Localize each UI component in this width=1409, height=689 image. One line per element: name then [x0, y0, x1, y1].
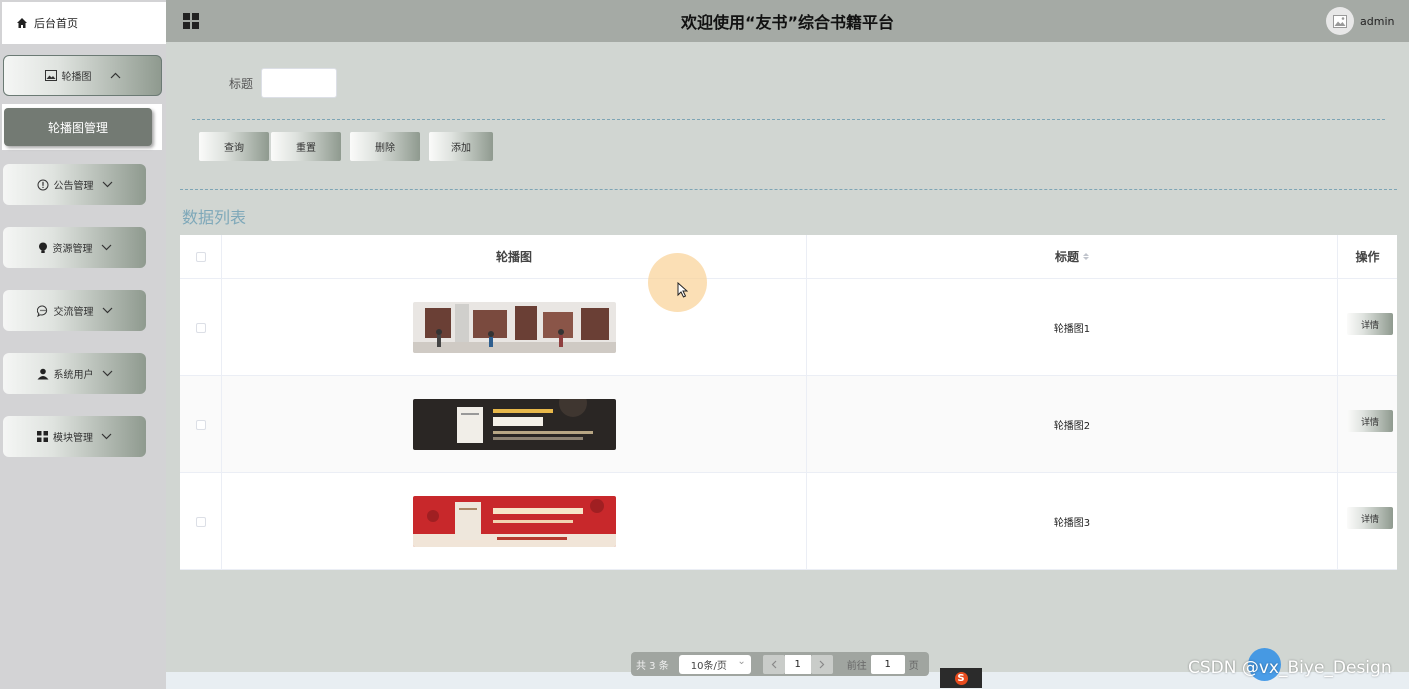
row-checkbox[interactable]	[195, 419, 206, 430]
image-cell	[222, 473, 807, 570]
search-title-label: 标题	[229, 77, 254, 91]
chevron-right-icon	[819, 660, 825, 668]
row-select-cell	[180, 376, 222, 473]
sidebar-item-label: 交流管理	[53, 307, 94, 318]
ime-toolbar-icon[interactable]: S	[940, 668, 982, 688]
table-row: 轮播图2 详情	[180, 376, 1397, 473]
sidebar-item-label: 模块管理	[53, 433, 93, 444]
select-all-cell	[180, 235, 222, 279]
sidebar-item-exchange[interactable]: 交流管理	[3, 290, 146, 331]
sidebar-home-label: 后台首页	[34, 17, 78, 30]
avatar[interactable]	[1326, 7, 1354, 35]
title-cell: 轮播图1	[807, 279, 1338, 376]
image-cell	[222, 376, 807, 473]
sidebar-home[interactable]: 后台首页	[2, 2, 166, 44]
image-icon	[44, 70, 57, 81]
table-row: 轮播图1 详情	[180, 279, 1397, 376]
select-all-checkbox[interactable]	[195, 251, 206, 262]
sidebar-item-label: 公告管理	[53, 181, 94, 192]
title-cell: 轮播图3	[807, 473, 1338, 570]
query-button[interactable]: 查询	[199, 132, 269, 161]
column-header-action: 操作	[1338, 235, 1397, 279]
row-select-cell	[180, 279, 222, 376]
next-page-button[interactable]	[810, 654, 833, 674]
sidebar-item-resources[interactable]: 资源管理	[3, 227, 146, 268]
reset-button[interactable]: 重置	[271, 132, 341, 161]
sidebar-item-modules[interactable]: 模块管理	[3, 416, 146, 457]
row-checkbox[interactable]	[195, 516, 206, 527]
sort-icon[interactable]	[1083, 253, 1089, 260]
sidebar-item-notice[interactable]: 公告管理	[3, 164, 146, 205]
detail-button[interactable]: 详情	[1347, 313, 1393, 335]
prev-page-button[interactable]	[762, 654, 785, 674]
column-header-image: 轮播图	[222, 235, 807, 279]
user-icon	[37, 368, 49, 380]
home-icon	[17, 18, 27, 28]
mouse-cursor-icon	[677, 282, 688, 298]
carousel-thumbnail[interactable]	[412, 496, 616, 547]
divider	[192, 119, 1385, 120]
search-title-input[interactable]	[261, 68, 337, 98]
chevron-left-icon	[771, 660, 777, 668]
page-size-select[interactable]: 10条/页	[678, 654, 751, 674]
table-row: 轮播图3 详情	[180, 473, 1397, 570]
column-header-label: 标题	[1054, 250, 1079, 264]
detail-button[interactable]: 详情	[1347, 410, 1393, 432]
sidebar-item-label: 轮播图	[61, 72, 92, 83]
list-title: 数据列表	[182, 208, 247, 227]
chevron-down-icon	[102, 370, 113, 377]
grid-icon	[37, 431, 48, 442]
sidebar-subitem-carousel-manage[interactable]: 轮播图管理	[4, 108, 152, 146]
pagination-total: 共 3 条	[636, 660, 669, 672]
sidebar-item-label: 资源管理	[52, 244, 93, 255]
page-title: 欢迎使用“友书”综合书籍平台	[680, 13, 895, 32]
image-cell	[222, 279, 807, 376]
data-table: 轮播图 标题 操作 轮播图1 详情 轮播图2 详情 轮播图3 详情	[180, 235, 1397, 570]
sidebar-item-label: 系统用户	[53, 370, 94, 381]
sidebar: 后台首页 轮播图 轮播图管理 公告管理 资源管理 交流管理 系统用户 模块管理	[0, 0, 166, 689]
sidebar-item-carousel[interactable]: 轮播图	[3, 55, 162, 96]
chevron-down-icon	[102, 181, 113, 188]
title-cell: 轮播图2	[807, 376, 1338, 473]
row-select-cell	[180, 473, 222, 570]
delete-button[interactable]: 删除	[350, 132, 420, 161]
page-unit-label: 页	[908, 660, 919, 672]
carousel-thumbnail[interactable]	[412, 399, 616, 450]
page-number[interactable]: 1	[784, 654, 811, 674]
chevron-down-icon	[101, 433, 112, 440]
add-button[interactable]: 添加	[429, 132, 493, 161]
carousel-thumbnail[interactable]	[412, 302, 616, 353]
chevron-up-icon	[110, 72, 121, 79]
chevron-down-icon	[101, 244, 112, 251]
chat-icon	[36, 304, 49, 317]
divider	[180, 189, 1397, 190]
detail-button[interactable]: 详情	[1347, 507, 1393, 529]
user-name[interactable]: admin	[1360, 15, 1394, 28]
goto-page-input[interactable]	[870, 654, 905, 674]
image-icon	[1333, 14, 1347, 28]
goto-label: 前往	[846, 660, 867, 672]
column-header-label: 操作	[1355, 250, 1380, 264]
sidebar-item-users[interactable]: 系统用户	[3, 353, 146, 394]
watermark: CSDN @vx_Biye_Design	[1188, 658, 1392, 678]
info-icon	[37, 179, 49, 191]
column-header-title[interactable]: 标题	[807, 235, 1338, 279]
chevron-down-icon	[102, 307, 113, 314]
row-checkbox[interactable]	[195, 322, 206, 333]
top-header: 欢迎使用“友书”综合书籍平台 admin	[166, 0, 1409, 42]
column-header-label: 轮播图	[495, 250, 532, 264]
bulb-icon	[38, 242, 48, 254]
pagination: 共 3 条 10条/页 1 前往 页	[631, 652, 929, 676]
